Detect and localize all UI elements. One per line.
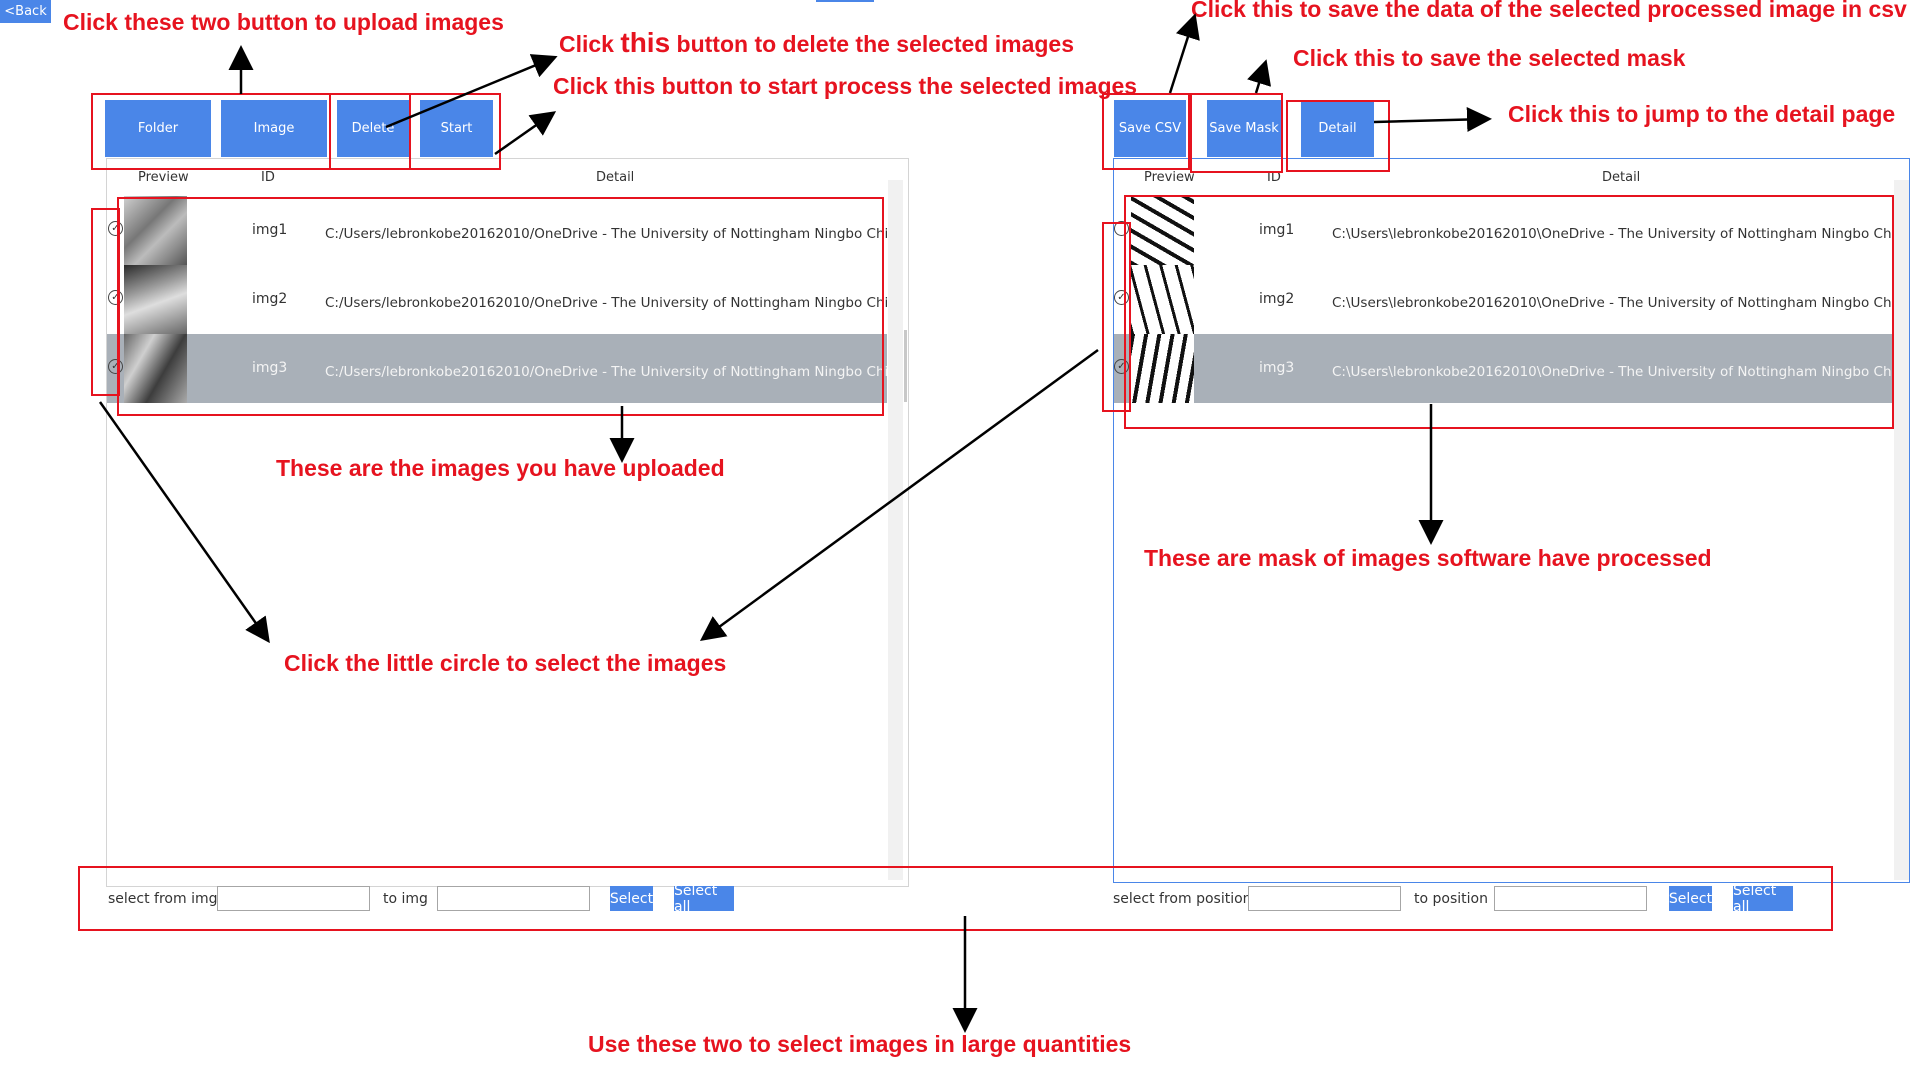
arrow-start — [494, 111, 557, 156]
arrow-save-mask — [1247, 59, 1272, 94]
annotation-arrows — [98, 13, 1492, 1033]
arrow-detail — [1373, 107, 1492, 133]
arrow-save-csv — [1168, 13, 1200, 94]
arrow-circle-left — [98, 401, 270, 644]
arrow-circle-right — [699, 348, 1099, 641]
arrow-delete — [385, 54, 558, 129]
